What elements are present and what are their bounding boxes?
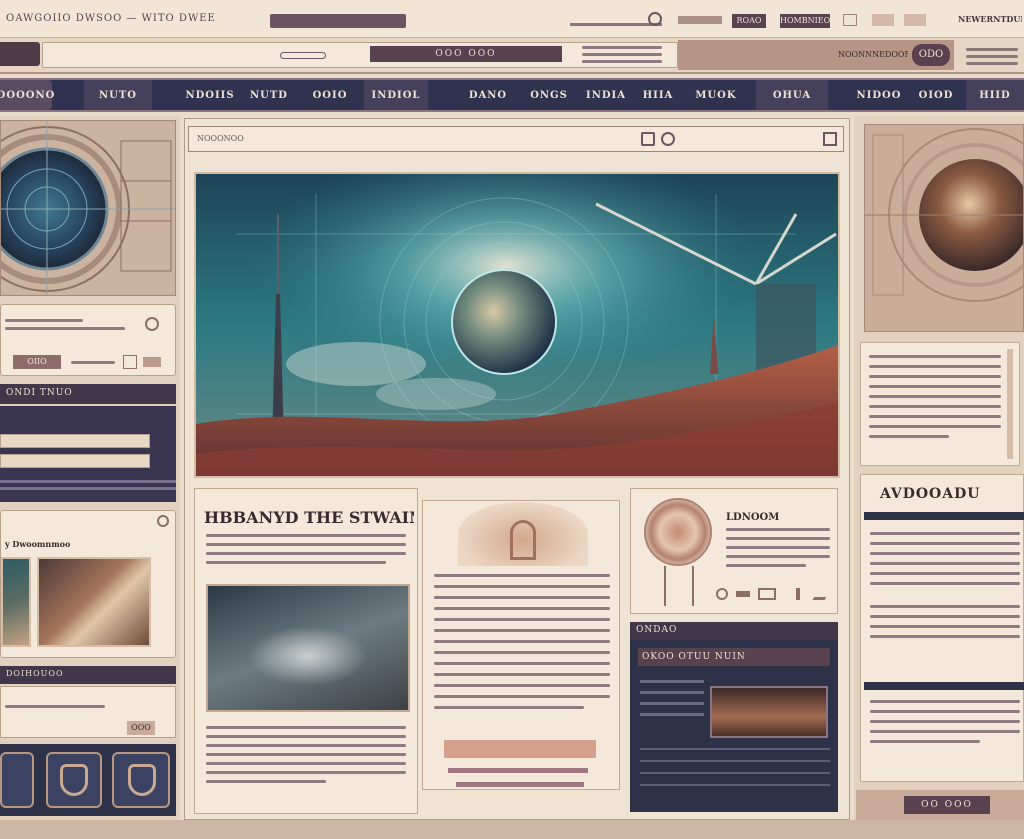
toolbar-right-label: NOONNNEDOOR bbox=[838, 50, 908, 59]
left-panel-chip[interactable] bbox=[143, 357, 161, 367]
nav-item[interactable]: HIID bbox=[966, 80, 1024, 110]
right-bottom-button[interactable]: OO OOO bbox=[904, 796, 990, 814]
right-article-divider-2 bbox=[864, 682, 1024, 690]
browser-tab-label-2[interactable]: HOMBNIEON bbox=[780, 14, 830, 28]
gallery-close-icon[interactable] bbox=[157, 515, 169, 527]
left-badge-row bbox=[0, 744, 176, 816]
address-pill-icon bbox=[280, 52, 326, 59]
left-panel-button[interactable]: OIIO bbox=[13, 355, 61, 369]
window-button[interactable] bbox=[904, 14, 926, 26]
center-tertiary-bar bbox=[456, 782, 584, 787]
menu-lines[interactable] bbox=[966, 46, 1018, 65]
feature-icon-row bbox=[716, 588, 834, 602]
center-text-lines bbox=[434, 574, 610, 709]
left-form-field[interactable] bbox=[0, 454, 150, 468]
page-bottom-strip bbox=[0, 820, 1024, 839]
right-text-card bbox=[860, 342, 1020, 466]
main-nav: OOOONO NUTO NDOIIS NUTD OOIO INDIOL DANO… bbox=[0, 78, 1024, 112]
shield-badge-icon[interactable] bbox=[46, 752, 102, 808]
dark-panel-video[interactable] bbox=[710, 686, 828, 738]
dark-panel-label: ONDAO bbox=[636, 625, 678, 635]
radar-graphic bbox=[1, 121, 175, 295]
toolbar-center-button[interactable]: OOO OOO bbox=[370, 46, 562, 62]
hero-illustration bbox=[196, 174, 838, 476]
left-form-field[interactable] bbox=[0, 434, 150, 448]
right-article-lines bbox=[870, 532, 1020, 645]
gallery-thumb[interactable] bbox=[37, 557, 151, 647]
center-primary-button[interactable] bbox=[444, 740, 596, 758]
left-info-card: OIIO bbox=[0, 304, 176, 376]
hero-image bbox=[194, 172, 840, 478]
feature-card-title: LDNOOM bbox=[726, 512, 780, 523]
nav-item[interactable]: OOIO bbox=[300, 80, 360, 110]
nav-item[interactable]: ONGS bbox=[522, 80, 576, 110]
article-image[interactable] bbox=[206, 584, 410, 712]
left-bottom-card: OOO bbox=[0, 686, 176, 738]
browser-title: OAWGOIIO DWSOO — WITO DWEE bbox=[6, 13, 216, 24]
nav-item[interactable]: MUOK bbox=[686, 80, 746, 110]
feature-text-lines bbox=[726, 528, 830, 567]
browser-account-label[interactable]: NEWERNTDUNE bbox=[958, 14, 1022, 24]
feature-dial-icon bbox=[644, 498, 712, 566]
nav-item[interactable]: OHUA bbox=[756, 80, 828, 110]
shield-badge-icon[interactable] bbox=[112, 752, 170, 808]
shield-badge-icon[interactable] bbox=[0, 752, 34, 808]
nav-item[interactable]: NUTD bbox=[244, 80, 294, 110]
toolbar-lines bbox=[582, 44, 662, 66]
window-button[interactable] bbox=[843, 14, 857, 26]
pin-icon[interactable] bbox=[796, 588, 800, 600]
content-window-icon[interactable] bbox=[823, 132, 837, 146]
right-card-scrollbar[interactable] bbox=[1007, 349, 1013, 459]
left-gallery-card: y Dwoomnmoo bbox=[0, 510, 176, 658]
article-intro-lines bbox=[206, 534, 406, 564]
gallery-thumb[interactable] bbox=[1, 557, 31, 647]
right-article-divider bbox=[864, 512, 1024, 520]
nav-item[interactable]: NDOIIS bbox=[180, 80, 240, 110]
left-form-panel bbox=[0, 406, 176, 502]
nav-item[interactable]: NIDOO bbox=[850, 80, 908, 110]
browser-tab-label[interactable]: ROAO bbox=[732, 14, 766, 28]
back-button[interactable] bbox=[0, 42, 40, 66]
toolbar-right-button[interactable]: ODO bbox=[912, 44, 950, 66]
dark-panel-title: OKOO OTUU NUIN bbox=[638, 648, 830, 666]
left-gallery-title: y Dwoomnmoo bbox=[5, 539, 71, 549]
content-settings-icon[interactable] bbox=[661, 132, 675, 146]
radar-panel bbox=[0, 120, 176, 296]
left-section-header: ONDI TNUO bbox=[6, 388, 73, 398]
content-search-icon[interactable] bbox=[641, 132, 655, 146]
left-form-bars bbox=[0, 476, 176, 496]
refresh-icon[interactable] bbox=[648, 12, 662, 26]
info-icon[interactable] bbox=[145, 317, 159, 331]
right-article-lines-2 bbox=[870, 700, 1020, 743]
nav-item[interactable]: NUTO bbox=[84, 80, 152, 110]
nav-home-button[interactable]: OOOONO bbox=[0, 80, 54, 110]
globe-icon[interactable] bbox=[716, 588, 728, 600]
dark-panel-lines bbox=[640, 680, 704, 724]
right-globe-panel bbox=[864, 124, 1024, 332]
center-secondary-bar bbox=[448, 768, 588, 773]
content-address-bar[interactable]: NOOONOO bbox=[188, 126, 844, 152]
nav-item[interactable]: INDIOL bbox=[364, 80, 428, 110]
feature-dial-base bbox=[664, 566, 694, 606]
left-bottom-button[interactable]: OOO bbox=[127, 721, 155, 735]
edit-icon[interactable] bbox=[812, 588, 832, 600]
nav-item[interactable]: INDIA bbox=[580, 80, 632, 110]
right-globe-graphic bbox=[865, 128, 1023, 302]
right-article-title: AVDOOADU bbox=[880, 486, 981, 502]
content-address-text: NOOONOO bbox=[197, 134, 244, 143]
center-emblem bbox=[458, 502, 588, 566]
nav-item[interactable]: HIIA bbox=[634, 80, 682, 110]
link-icon[interactable] bbox=[736, 591, 750, 597]
nav-item[interactable]: OIOD bbox=[910, 80, 962, 110]
window-button[interactable] bbox=[872, 14, 894, 26]
left-footer-label: DOIHOUOO bbox=[6, 669, 64, 678]
dark-panel-list bbox=[640, 748, 830, 786]
left-panel-icon[interactable] bbox=[123, 355, 137, 369]
title-progress-bar bbox=[270, 14, 406, 28]
browser-mini-bar bbox=[678, 16, 722, 24]
article-heading: HBBANYD THE STWAINI! bbox=[204, 508, 414, 527]
chart-icon[interactable] bbox=[758, 588, 776, 600]
article-body-lines bbox=[206, 726, 406, 783]
nav-item[interactable]: DANO bbox=[456, 80, 520, 110]
